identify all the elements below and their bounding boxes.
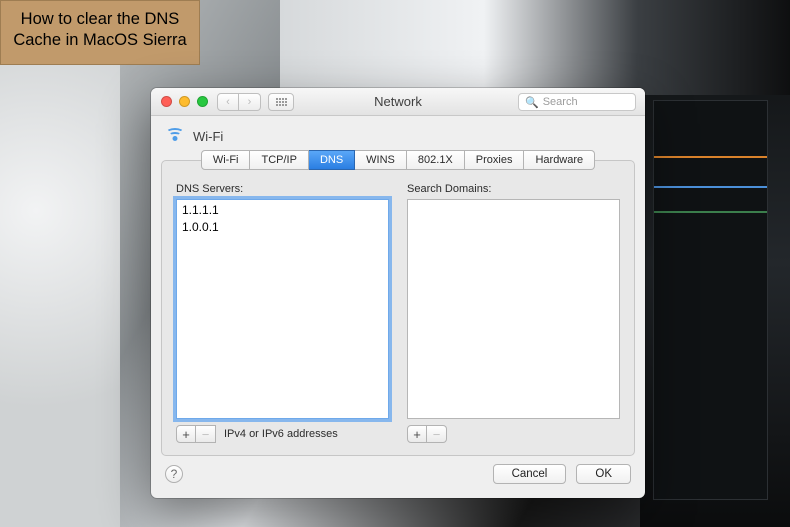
search-icon: 🔍 <box>525 96 539 109</box>
service-name: Wi-Fi <box>193 129 223 144</box>
search-field-wrapper[interactable]: 🔍 <box>518 93 636 111</box>
remove-search-domain-button[interactable]: − <box>427 425 447 443</box>
show-all-button[interactable] <box>268 93 294 111</box>
dns-server-entry[interactable]: 1.0.0.1 <box>182 219 383 236</box>
article-title-overlay: How to clear the DNS Cache in MacOS Sier… <box>0 0 200 65</box>
window-titlebar: ‹ › Network 🔍 <box>151 88 645 116</box>
network-preferences-window: ‹ › Network 🔍 Wi-Fi Wi-Fi TCP/IP DNS WIN… <box>151 88 645 498</box>
grid-icon <box>276 98 287 106</box>
close-window-button[interactable] <box>161 96 172 107</box>
tab-tcpip[interactable]: TCP/IP <box>250 150 308 170</box>
chevron-right-icon: › <box>248 96 252 108</box>
search-domains-label: Search Domains: <box>407 183 620 195</box>
dns-hint: IPv4 or IPv6 addresses <box>224 428 338 440</box>
tab-dns[interactable]: DNS <box>309 150 355 170</box>
tab-proxies[interactable]: Proxies <box>465 150 525 170</box>
chevron-left-icon: ‹ <box>226 96 230 108</box>
dns-servers-label: DNS Servers: <box>176 183 389 195</box>
dns-servers-list[interactable]: 1.1.1.11.0.0.1 <box>176 199 389 419</box>
add-dns-server-button[interactable]: + <box>176 425 196 443</box>
back-button[interactable]: ‹ <box>217 93 239 111</box>
tabs-bar: Wi-Fi TCP/IP DNS WINS 802.1X Proxies Har… <box>161 150 635 170</box>
help-button[interactable]: ? <box>165 465 183 483</box>
search-domains-list[interactable] <box>407 199 620 419</box>
tab-wifi[interactable]: Wi-Fi <box>201 150 251 170</box>
remove-dns-server-button[interactable]: − <box>196 425 216 443</box>
search-input[interactable] <box>543 96 629 108</box>
dns-panel: DNS Servers: 1.1.1.11.0.0.1 + − IPv4 or … <box>161 160 635 456</box>
zoom-window-button[interactable] <box>197 96 208 107</box>
dns-server-entry[interactable]: 1.1.1.1 <box>182 202 383 219</box>
ok-button[interactable]: OK <box>576 464 631 484</box>
tab-hardware[interactable]: Hardware <box>524 150 595 170</box>
minimize-window-button[interactable] <box>179 96 190 107</box>
cancel-button[interactable]: Cancel <box>493 464 567 484</box>
forward-button[interactable]: › <box>239 93 261 111</box>
wifi-icon <box>165 128 185 144</box>
tab-wins[interactable]: WINS <box>355 150 407 170</box>
add-search-domain-button[interactable]: + <box>407 425 427 443</box>
tab-8021x[interactable]: 802.1X <box>407 150 465 170</box>
